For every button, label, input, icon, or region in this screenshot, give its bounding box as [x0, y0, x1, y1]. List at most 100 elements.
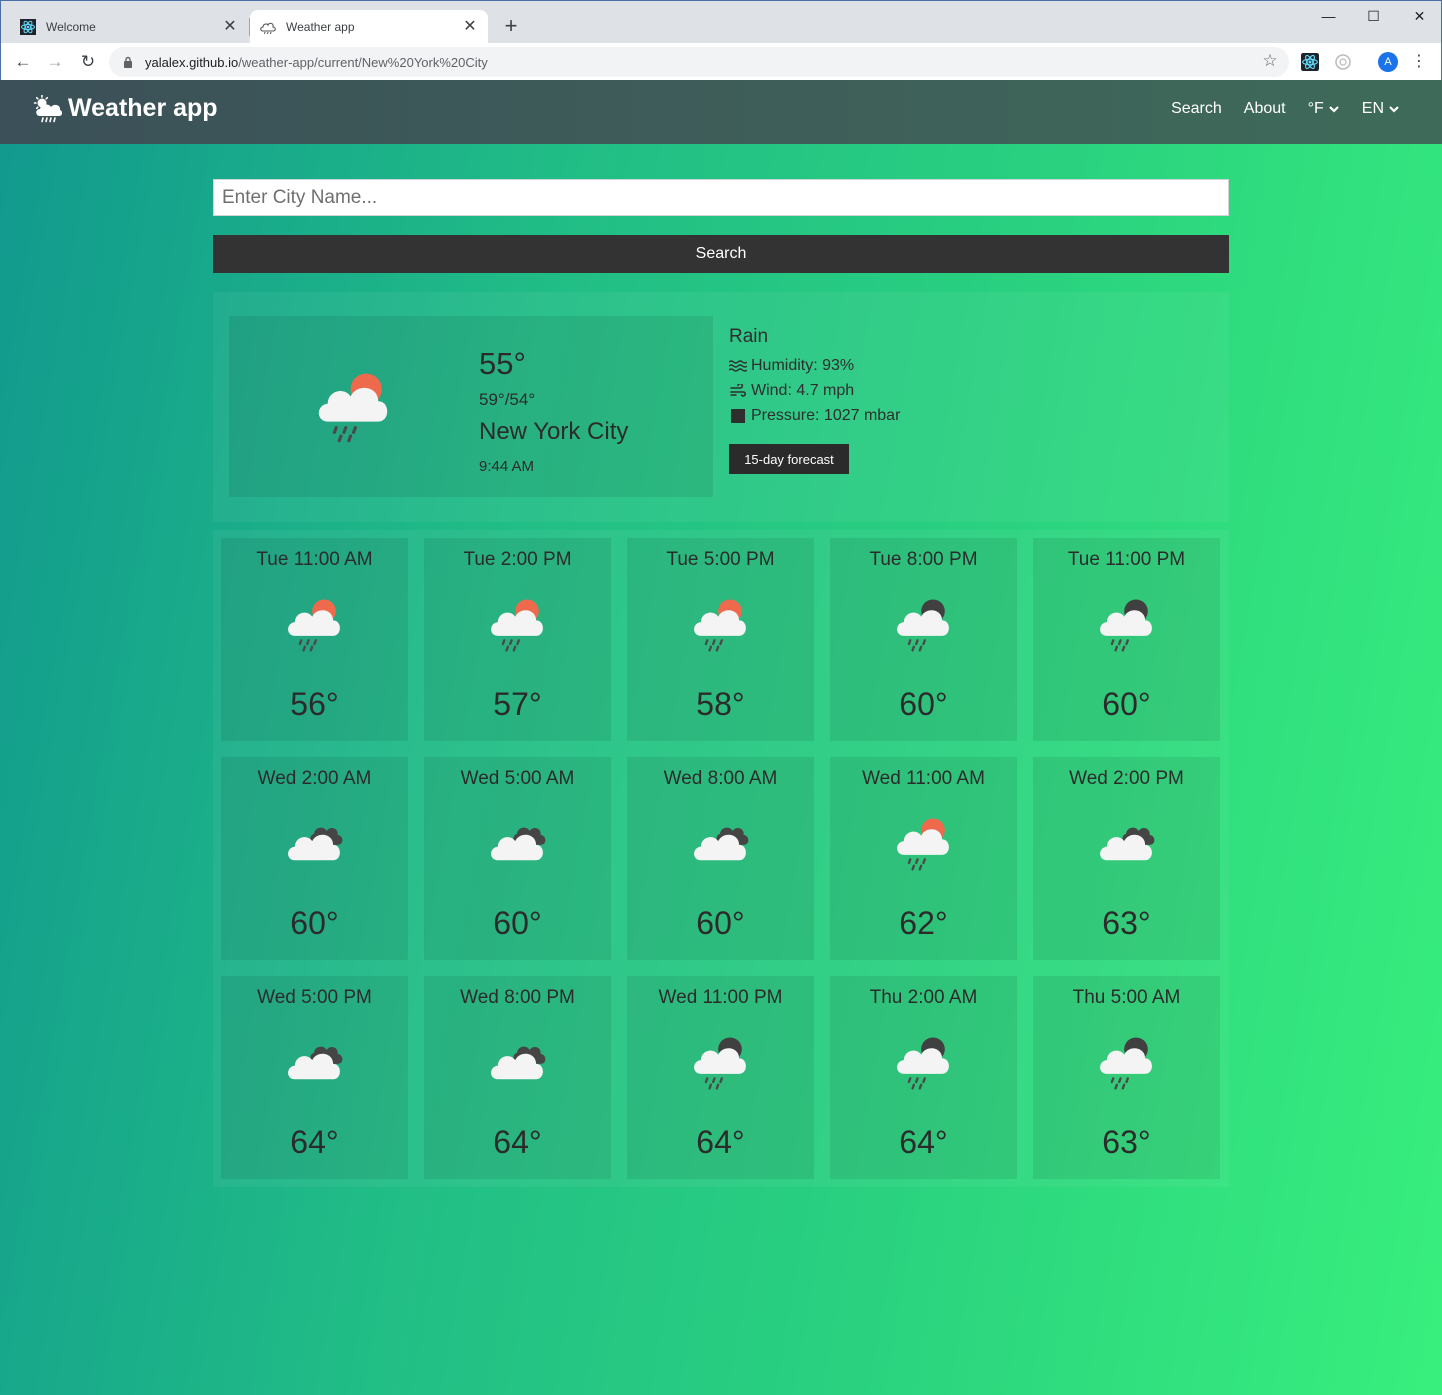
close-tab-icon[interactable]: ✕	[462, 18, 478, 35]
tab-weather-app[interactable]: Weather app ✕	[250, 10, 488, 43]
maximize-window-button[interactable]: ☐	[1351, 5, 1396, 29]
react-devtools-extension-icon[interactable]	[1301, 53, 1319, 71]
city-name: New York City	[479, 418, 629, 445]
rain-night-icon	[888, 1032, 958, 1092]
new-tab-button[interactable]: +	[501, 15, 521, 39]
forecast-time: Wed 2:00 PM	[1069, 768, 1184, 789]
forecast-time: Tue 11:00 AM	[256, 549, 373, 570]
forecast-temperature: 64°	[899, 1124, 948, 1160]
minimize-window-button[interactable]: —	[1306, 5, 1351, 29]
forecast-time: Thu 2:00 AM	[869, 987, 978, 1008]
cloudy-icon	[279, 1032, 349, 1092]
forecast-time: Wed 8:00 AM	[663, 768, 778, 789]
forecast-time: Tue 2:00 PM	[463, 549, 572, 570]
profile-avatar[interactable]: A	[1378, 52, 1398, 72]
forecast-temperature: 60°	[1102, 686, 1151, 722]
extension-icon[interactable]	[1334, 53, 1352, 71]
forecast-temperature: 64°	[696, 1124, 745, 1160]
local-time: 9:44 AM	[479, 458, 535, 475]
forecast-time: Wed 11:00 AM	[862, 768, 985, 789]
weather-details: Rain Humidity: 93% Wind: 4.7 mph Pressur…	[729, 326, 900, 428]
search-button[interactable]: Search	[213, 235, 1229, 273]
forecast-time: Wed 2:00 AM	[257, 768, 372, 789]
hourly-forecast-card: Thu 5:00 AM 63°	[1033, 976, 1220, 1179]
forecast-temperature: 62°	[899, 905, 948, 941]
forecast-temperature: 58°	[696, 686, 745, 722]
reload-icon[interactable]: ↻	[76, 50, 100, 74]
hourly-forecast-card: Wed 11:00 AM 62°	[830, 757, 1017, 960]
hourly-forecast-card: Tue 2:00 PM 57°	[424, 538, 611, 741]
url-host: yalalex.github.io	[145, 54, 239, 70]
nav-links: Search About °F EN	[1149, 100, 1400, 118]
cloudy-icon	[279, 813, 349, 873]
lock-icon	[121, 56, 135, 68]
close-window-button[interactable]: ✕	[1397, 5, 1442, 29]
hourly-forecast-card: Tue 11:00 AM 56°	[221, 538, 408, 741]
cloudy-icon	[1091, 813, 1161, 873]
back-arrow-icon[interactable]: ←	[11, 50, 35, 74]
page-background: Weather app Search About °F EN Search 55…	[0, 80, 1442, 1395]
forecast-time: Tue 8:00 PM	[869, 549, 978, 570]
rain-sun-icon	[482, 594, 552, 654]
weather-condition: Rain	[729, 326, 769, 347]
forecast-temperature: 60°	[493, 905, 542, 941]
forecast-temperature: 60°	[696, 905, 745, 941]
rain-night-icon	[685, 1032, 755, 1092]
rain-sun-icon	[888, 813, 958, 873]
hourly-forecast-card: Wed 2:00 AM 60°	[221, 757, 408, 960]
url-path: /weather-app/current/New%20York%20City	[238, 54, 488, 70]
hourly-forecast-card: Wed 2:00 PM 63°	[1033, 757, 1220, 960]
react-favicon-icon	[20, 18, 36, 35]
tab-strip: Welcome ✕ Weather app ✕ + — ☐ ✕	[1, 1, 1441, 43]
cloudy-icon	[685, 813, 755, 873]
pressure-row: Pressure: 1027 mbar	[729, 403, 900, 428]
forecast-time: Tue 5:00 PM	[666, 549, 775, 570]
forward-arrow-icon[interactable]: →	[43, 50, 67, 74]
browser-menu-icon[interactable]: ⋮	[1411, 51, 1427, 73]
humidity-waves-icon	[729, 359, 747, 373]
tab-welcome[interactable]: Welcome ✕	[10, 10, 248, 43]
cloud-sun-rain-logo-icon	[33, 94, 62, 122]
hourly-forecast-card: Tue 11:00 PM 60°	[1033, 538, 1220, 741]
nav-link-search[interactable]: Search	[1171, 100, 1222, 118]
hourly-forecast-card: Wed 5:00 AM 60°	[424, 757, 611, 960]
close-tab-icon[interactable]: ✕	[222, 18, 238, 35]
rain-sun-icon	[311, 364, 395, 448]
city-search-input[interactable]	[213, 179, 1229, 216]
wind-row: Wind: 4.7 mph	[729, 378, 900, 403]
hourly-forecast-grid: Tue 11:00 AM 56° Tue 2:00 PM 57° Tue 5:00 PM…	[213, 530, 1229, 1187]
forecast-time: Thu 5:00 AM	[1072, 987, 1181, 1008]
hourly-forecast-card: Wed 8:00 AM 60°	[627, 757, 814, 960]
hourly-forecast-card: Thu 2:00 AM 64°	[830, 976, 1017, 1179]
forecast-temperature: 57°	[493, 686, 542, 722]
forecast-temperature: 63°	[1102, 905, 1151, 941]
nav-link-about[interactable]: About	[1244, 100, 1286, 118]
humidity-row: Humidity: 93%	[729, 353, 900, 378]
rain-night-icon	[1091, 1032, 1161, 1092]
browser-toolbar: ← → ↻ yalalex.github.io/weather-app/curr…	[1, 43, 1441, 81]
units-dropdown[interactable]: °F	[1308, 100, 1340, 118]
current-weather-card: 55° 59°/54° New York City 9:44 AM	[229, 316, 713, 497]
hourly-forecast-card: Tue 8:00 PM 60°	[830, 538, 1017, 741]
hourly-forecast-card: Wed 8:00 PM 64°	[424, 976, 611, 1179]
forecast-time: Wed 5:00 AM	[460, 768, 575, 789]
address-bar[interactable]: yalalex.github.io/weather-app/current/Ne…	[109, 47, 1289, 77]
language-label: EN	[1361, 100, 1384, 117]
fifteen-day-forecast-button[interactable]: 15-day forecast	[729, 444, 849, 474]
language-dropdown[interactable]: EN	[1362, 100, 1400, 118]
bookmark-star-icon[interactable]: ☆	[1261, 52, 1279, 70]
cloud-favicon-icon	[260, 19, 276, 35]
wind-icon	[729, 383, 747, 398]
tab-title: Weather app	[286, 19, 355, 34]
pressure-square-icon	[729, 408, 747, 423]
forecast-temperature: 64°	[290, 1124, 339, 1160]
chevron-down-icon	[1389, 106, 1399, 113]
humidity-text: Humidity: 93%	[751, 356, 855, 374]
forecast-temperature: 64°	[493, 1124, 542, 1160]
brand[interactable]: Weather app	[32, 94, 218, 123]
temperature-range: 59°/54°	[479, 390, 536, 409]
chevron-down-icon	[1328, 106, 1339, 113]
forecast-temperature: 63°	[1102, 1124, 1151, 1160]
wind-text: Wind: 4.7 mph	[751, 381, 855, 399]
hourly-forecast-card: Wed 11:00 PM 64°	[627, 976, 814, 1179]
